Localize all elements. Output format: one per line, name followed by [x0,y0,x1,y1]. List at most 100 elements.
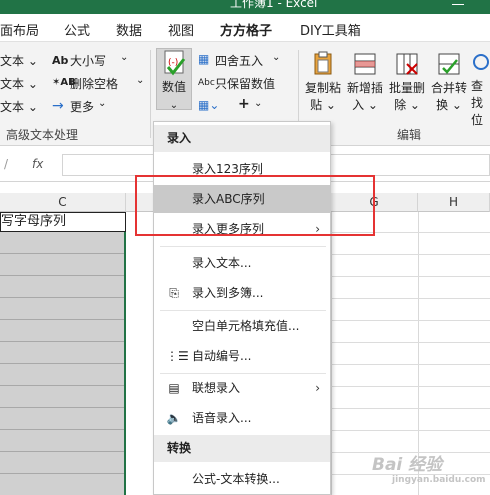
dropdown-list-icon: ▤ [168,381,180,395]
title-bar: 工作簿1 - Excel [0,0,490,14]
case-chevron-icon[interactable]: ⌄ [120,52,128,63]
text-dropdown-2[interactable]: 文本 ⌄ [0,75,38,92]
cell-c1[interactable]: 写字母序列 [0,212,126,232]
menu-item-input-text[interactable]: 录入文本... [154,249,330,277]
menu-separator [160,246,326,247]
round-icon: ▦ [198,52,210,66]
group-separator [150,50,151,138]
menu-item-label: 空白单元格填充值... [192,319,300,333]
find-button[interactable]: 查找 位 [471,50,490,129]
more-arrow-icon: → [52,98,64,114]
delete-grid-icon [393,50,421,78]
tab-view[interactable]: 视图 [168,20,194,39]
tab-data[interactable]: 数据 [116,20,142,39]
cell-c1-text: 写字母序列 [1,214,67,229]
watermark: Bai 经验 jingyan.baidu.com [372,450,486,485]
batch-delete-button[interactable]: 批量删 除 ⌄ [389,50,425,114]
copy-paste-button[interactable]: 复制粘 贴 ⌄ [305,50,341,114]
menu-header-input: 录入 [154,125,330,152]
menu-item-label: 联想录入 [192,381,241,395]
plus-icon[interactable]: + [238,96,250,112]
selected-row-line [0,407,124,408]
selected-row-line [0,385,124,386]
menu-item-fill-blank[interactable]: 空白单元格填充值... [154,312,330,340]
tab-formulas[interactable]: 公式 [64,20,90,39]
speaker-icon: 🔈 [166,411,182,425]
merge-grid-icon [435,50,463,78]
fx-icon[interactable]: fx [32,157,43,171]
selected-row-line [0,341,124,342]
window-title: 工作簿1 - Excel [230,0,318,10]
grid-row-line [331,342,490,343]
keep-numeric-button[interactable]: 只保留数值 [215,75,275,92]
format-icon[interactable]: ▦⌄ [198,98,219,112]
formula-separator-icon: / [4,157,9,171]
insert-button[interactable]: 新增插 入 ⌄ [347,50,383,114]
highlight-box [135,175,375,236]
batch-delete-label: 批量删 [389,81,426,95]
copy-paste-label-2: 贴 ⌄ [310,98,336,112]
more-button[interactable]: 更多 [70,98,94,115]
menu-item-input-multi-book[interactable]: ⎘ 录入到多簿... [154,279,330,307]
menu-item-label: 录入123序列 [192,162,263,176]
text-dropdown-1[interactable]: 文本 ⌄ [0,52,38,69]
remove-space-chevron-icon[interactable]: ⌄ [136,75,144,86]
ribbon-tabs: 面布局 公式 数据 视图 方方格子 DIY工具箱 [0,14,490,45]
menu-item-label: 录入文本... [192,256,252,270]
selected-row-line [0,297,124,298]
grid-row-line [331,320,490,321]
selected-row-line [0,363,124,364]
menu-item-label: 自动编号... [192,349,252,363]
watermark-sub: jingyan.baidu.com [392,475,486,485]
selected-row-line [0,253,124,254]
round-chevron-icon[interactable]: ⌄ [272,52,280,63]
selected-row-line [0,275,124,276]
remove-space-button[interactable]: 删除空格 [70,75,118,92]
tab-diy-toolbox[interactable]: DIY工具箱 [300,20,361,39]
menu-item-formula-text-convert[interactable]: 公式-文本转换... [154,465,330,493]
tab-page-layout[interactable]: 面布局 [0,20,39,39]
value-label: 数值 [161,80,186,94]
find-label-2: 位 [471,113,484,127]
find-label: 查找 [471,79,484,110]
selected-row-line [0,319,124,320]
group-label-text: 高级文本处理 [6,128,79,142]
plus-chevron-icon[interactable]: ⌄ [254,98,262,109]
batch-delete-label-2: 除 ⌄ [394,98,420,112]
column-header-c[interactable]: C [0,193,126,212]
column-header-h[interactable]: H [418,193,490,212]
numbered-list-icon: ⋮☰ [166,349,189,363]
grid-row-line [331,254,490,255]
menu-item-label: 录入到多簿... [192,286,264,300]
merge-convert-label: 合并转 [431,81,468,95]
case-button[interactable]: 大小写 [70,52,106,69]
insert-icon [351,50,379,78]
insert-label: 新增插 [347,81,384,95]
menu-header-convert: 转换 [154,435,330,462]
minimize-button[interactable] [452,4,464,5]
selected-row-line [0,429,124,430]
grid-row-line [331,298,490,299]
value-icon: (-) [160,49,188,77]
clipboard-icon [309,50,337,78]
case-icon: Ab [52,54,69,67]
find-icon [471,50,490,78]
selected-row-line [0,473,124,474]
more-chevron-icon[interactable]: ⌄ [98,98,106,109]
value-button[interactable]: (-) 数值 ⌄ [156,48,192,111]
menu-item-voice-input[interactable]: 🔈 语音录入... [154,404,330,432]
menu-item-associative-input[interactable]: ▤ 联想录入 › [154,374,330,402]
grid-row-line [331,364,490,365]
tab-ffcell[interactable]: 方方格子 [220,20,273,45]
watermark-main: Bai 经验 [372,455,443,475]
round-button[interactable]: 四舍五入 [215,52,263,69]
group-label-edit: 编辑 [397,128,422,142]
menu-item-auto-number[interactable]: ⋮☰ 自动编号... [154,342,330,370]
merge-convert-button[interactable]: 合并转 换 ⌄ [431,50,467,114]
menu-item-label: 语音录入... [192,411,252,425]
insert-label-2: 入 ⌄ [352,98,378,112]
grid-row-line [331,386,490,387]
grid-row-line [331,276,490,277]
copy-paste-label: 复制粘 [305,81,342,95]
text-dropdown-3[interactable]: 文本 ⌄ [0,98,38,115]
